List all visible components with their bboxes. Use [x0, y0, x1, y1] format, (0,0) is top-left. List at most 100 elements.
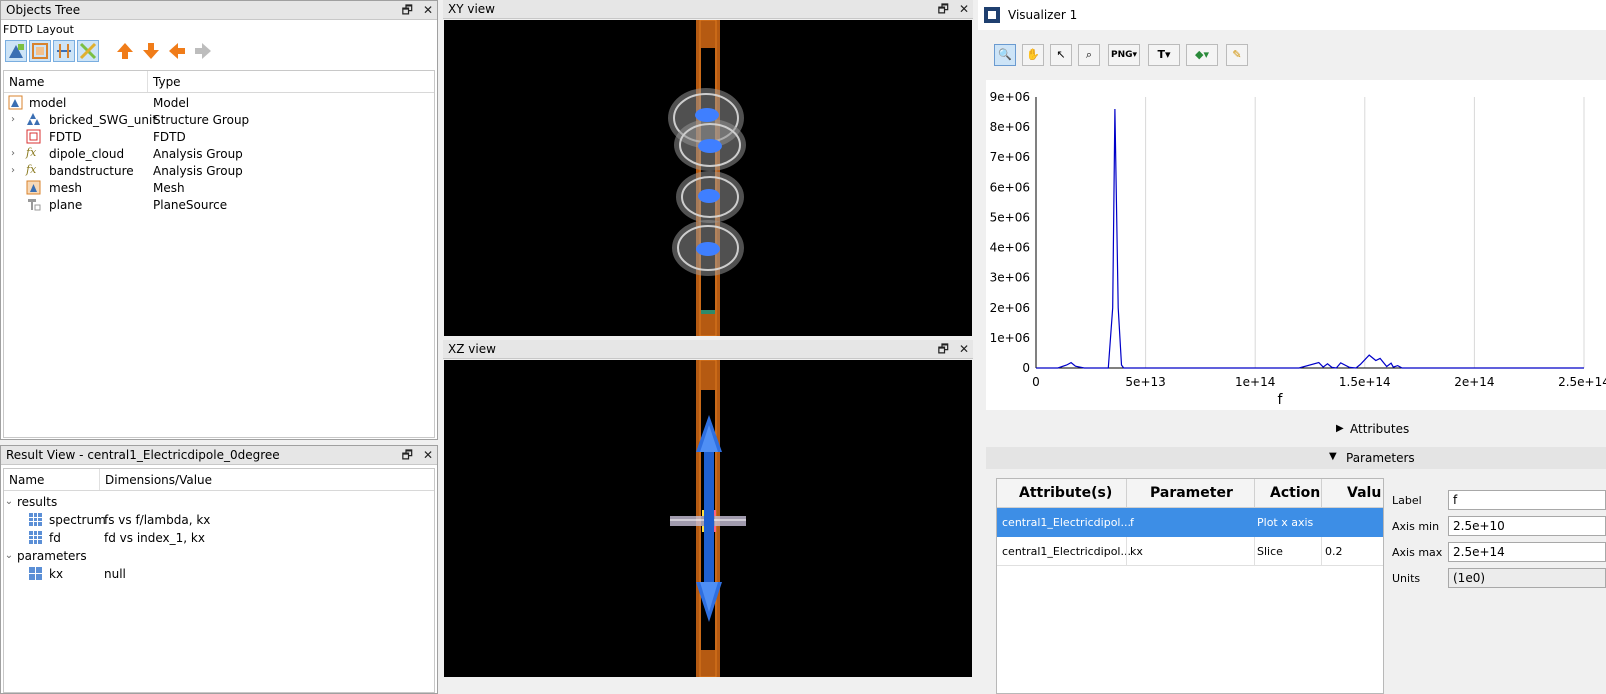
float-icon[interactable]: 🗗: [938, 340, 949, 359]
x-tick-label: 2e+14: [1454, 375, 1494, 389]
header-action[interactable]: Action: [1270, 485, 1320, 501]
xy-view-panel: XY view 🗗 ✕: [443, 0, 973, 338]
matrix-icon: [29, 531, 42, 544]
col-type-header[interactable]: Type: [148, 71, 434, 92]
axis-max-label: Axis max: [1392, 546, 1443, 559]
y-tick-label: 8e+06: [990, 120, 1030, 134]
matrix-icon: [29, 567, 42, 580]
expand-icon[interactable]: ›: [8, 148, 18, 159]
add-simulation-icon[interactable]: [29, 40, 51, 62]
parameters-label: Parameters: [1346, 451, 1415, 465]
axis-properties: Label f Axis min 2.5e+10 Axis max 2.5e+1…: [1388, 478, 1606, 694]
y-tick-label: 4e+06: [990, 241, 1030, 255]
add-structure-icon[interactable]: [5, 40, 27, 62]
tree-item-bandstructure[interactable]: › fx bandstructure Analysis Group: [4, 162, 434, 179]
add-source-icon[interactable]: [77, 40, 99, 62]
parameters-table: Attribute(s) Parameter Action Valu centr…: [996, 478, 1384, 694]
y-tick-label: 0: [1022, 361, 1030, 375]
xy-view-canvas[interactable]: [444, 19, 972, 337]
col-name-header[interactable]: Name: [4, 71, 148, 92]
tree-item-mesh[interactable]: mesh Mesh: [4, 179, 434, 196]
close-icon[interactable]: ✕: [959, 0, 969, 19]
result-item-kx[interactable]: kx null: [4, 565, 434, 582]
float-icon[interactable]: 🗗: [938, 0, 949, 19]
plot-area[interactable]: 0 5e+13 1e+14 1.5e+14 2e+14 2.5e+14 0 1e+06 2e+0…: [986, 80, 1606, 410]
expand-right-icon: ▶: [1336, 423, 1344, 434]
result-item-fd[interactable]: fd fd vs index_1, kx: [4, 529, 434, 546]
png-export-icon[interactable]: PNG▾: [1108, 44, 1140, 66]
tree-item-model[interactable]: model Model: [4, 94, 434, 111]
tree-item-bricked-swg-unit[interactable]: › bricked_SWG_unit Structure Group: [4, 111, 434, 128]
header-parameter[interactable]: Parameter: [1150, 485, 1233, 501]
result-group-parameters[interactable]: ⌄ parameters: [4, 547, 434, 564]
analysis-group-icon: fx: [26, 146, 37, 159]
plane-source-icon: [28, 199, 41, 211]
objects-tree-title: Objects Tree: [6, 3, 81, 17]
objects-tree-title-bar: Objects Tree 🗗 ✕: [1, 1, 437, 20]
xz-view-title-bar: XZ view 🗗 ✕: [443, 340, 973, 359]
float-icon[interactable]: 🗗: [402, 1, 413, 20]
y-tick-label: 7e+06: [990, 150, 1030, 164]
label-field[interactable]: f: [1448, 490, 1606, 510]
parameters-section[interactable]: ▼ Parameters: [986, 447, 1606, 469]
text-icon[interactable]: T▾: [1148, 44, 1180, 66]
header-value[interactable]: Valu: [1347, 485, 1381, 501]
axis-min-field[interactable]: 2.5e+10: [1448, 516, 1606, 536]
objects-toolbar: [5, 39, 435, 65]
collapse-icon[interactable]: ⌄: [4, 550, 14, 561]
visualizer-window: Visualizer 1 🔍 ✋ ↖ ⌕ PNG▾ T▾ ◆▾ ✎ 0 5e+13…: [978, 0, 1606, 694]
x-tick-label: 0: [1032, 375, 1040, 389]
series-line: [1036, 108, 1584, 369]
arrow-up-icon[interactable]: [115, 41, 135, 64]
table-row[interactable]: central1_Electricdipol... kx Slice 0.2: [997, 537, 1383, 566]
result-list: Name Dimensions/Value ⌄ results spectrum…: [3, 468, 435, 693]
axis-min-label: Axis min: [1392, 520, 1440, 533]
marker-icon[interactable]: ◆▾: [1186, 44, 1218, 66]
attributes-label: Attributes: [1350, 422, 1410, 436]
result-view-title: Result View - central1_Electricdipole_0d…: [6, 448, 280, 462]
close-icon[interactable]: ✕: [423, 446, 433, 465]
tree-item-plane[interactable]: plane PlaneSource: [4, 196, 434, 213]
col-value-header[interactable]: Dimensions/Value: [100, 469, 434, 490]
arrow-right-icon[interactable]: [193, 41, 213, 64]
add-monitor-icon[interactable]: [53, 40, 75, 62]
analysis-group-icon: fx: [26, 163, 37, 176]
x-axis-label: f: [1278, 392, 1284, 408]
axis-max-field[interactable]: 2.5e+14: [1448, 542, 1606, 562]
mesh-icon: [26, 180, 41, 195]
float-icon[interactable]: 🗗: [402, 446, 413, 465]
tree-item-dipole-cloud[interactable]: › fx dipole_cloud Analysis Group: [4, 145, 434, 162]
arrow-down-icon[interactable]: [141, 41, 161, 64]
header-attributes[interactable]: Attribute(s): [1019, 485, 1112, 501]
table-row[interactable]: central1_Electricdipol... f Plot x axis: [997, 508, 1383, 537]
xz-view-geometry: [670, 359, 746, 678]
arrow-left-icon[interactable]: [167, 41, 187, 64]
expand-icon[interactable]: ›: [8, 165, 18, 176]
expand-icon[interactable]: ›: [8, 114, 18, 125]
xz-view-title: XZ view: [448, 342, 496, 356]
zoom-region-icon[interactable]: ⌕: [1078, 44, 1100, 66]
table-header: Attribute(s) Parameter Action Valu: [997, 479, 1383, 508]
visualizer-app-icon: [984, 7, 1000, 23]
col-name-header[interactable]: Name: [4, 469, 100, 490]
xy-view-title-bar: XY view 🗗 ✕: [443, 0, 973, 19]
pencil-icon[interactable]: ✎: [1226, 44, 1248, 66]
close-icon[interactable]: ✕: [959, 340, 969, 359]
select-icon[interactable]: ↖: [1050, 44, 1072, 66]
objects-tree-list: Name Type model Model › bricked_SWG_unit…: [3, 70, 435, 438]
close-icon[interactable]: ✕: [423, 1, 433, 20]
result-item-spectrum[interactable]: spectrum fs vs f/lambda, kx: [4, 511, 434, 528]
units-select[interactable]: (1e0): [1448, 568, 1606, 588]
result-group-results[interactable]: ⌄ results: [4, 493, 434, 510]
units-label: Units: [1392, 572, 1421, 585]
pan-icon[interactable]: ✋: [1022, 44, 1044, 66]
model-icon: [8, 95, 23, 110]
xz-view-panel: XZ view 🗗 ✕: [443, 340, 973, 694]
zoom-icon[interactable]: 🔍: [994, 44, 1016, 66]
attributes-section[interactable]: ▶ Attributes: [978, 418, 1606, 442]
xy-view-geometry: [668, 19, 746, 337]
tree-item-fdtd[interactable]: FDTD FDTD: [4, 128, 434, 145]
xz-view-canvas[interactable]: [444, 359, 972, 678]
collapse-icon[interactable]: ⌄: [4, 496, 14, 507]
visualizer-title-bar: Visualizer 1: [978, 0, 1606, 30]
